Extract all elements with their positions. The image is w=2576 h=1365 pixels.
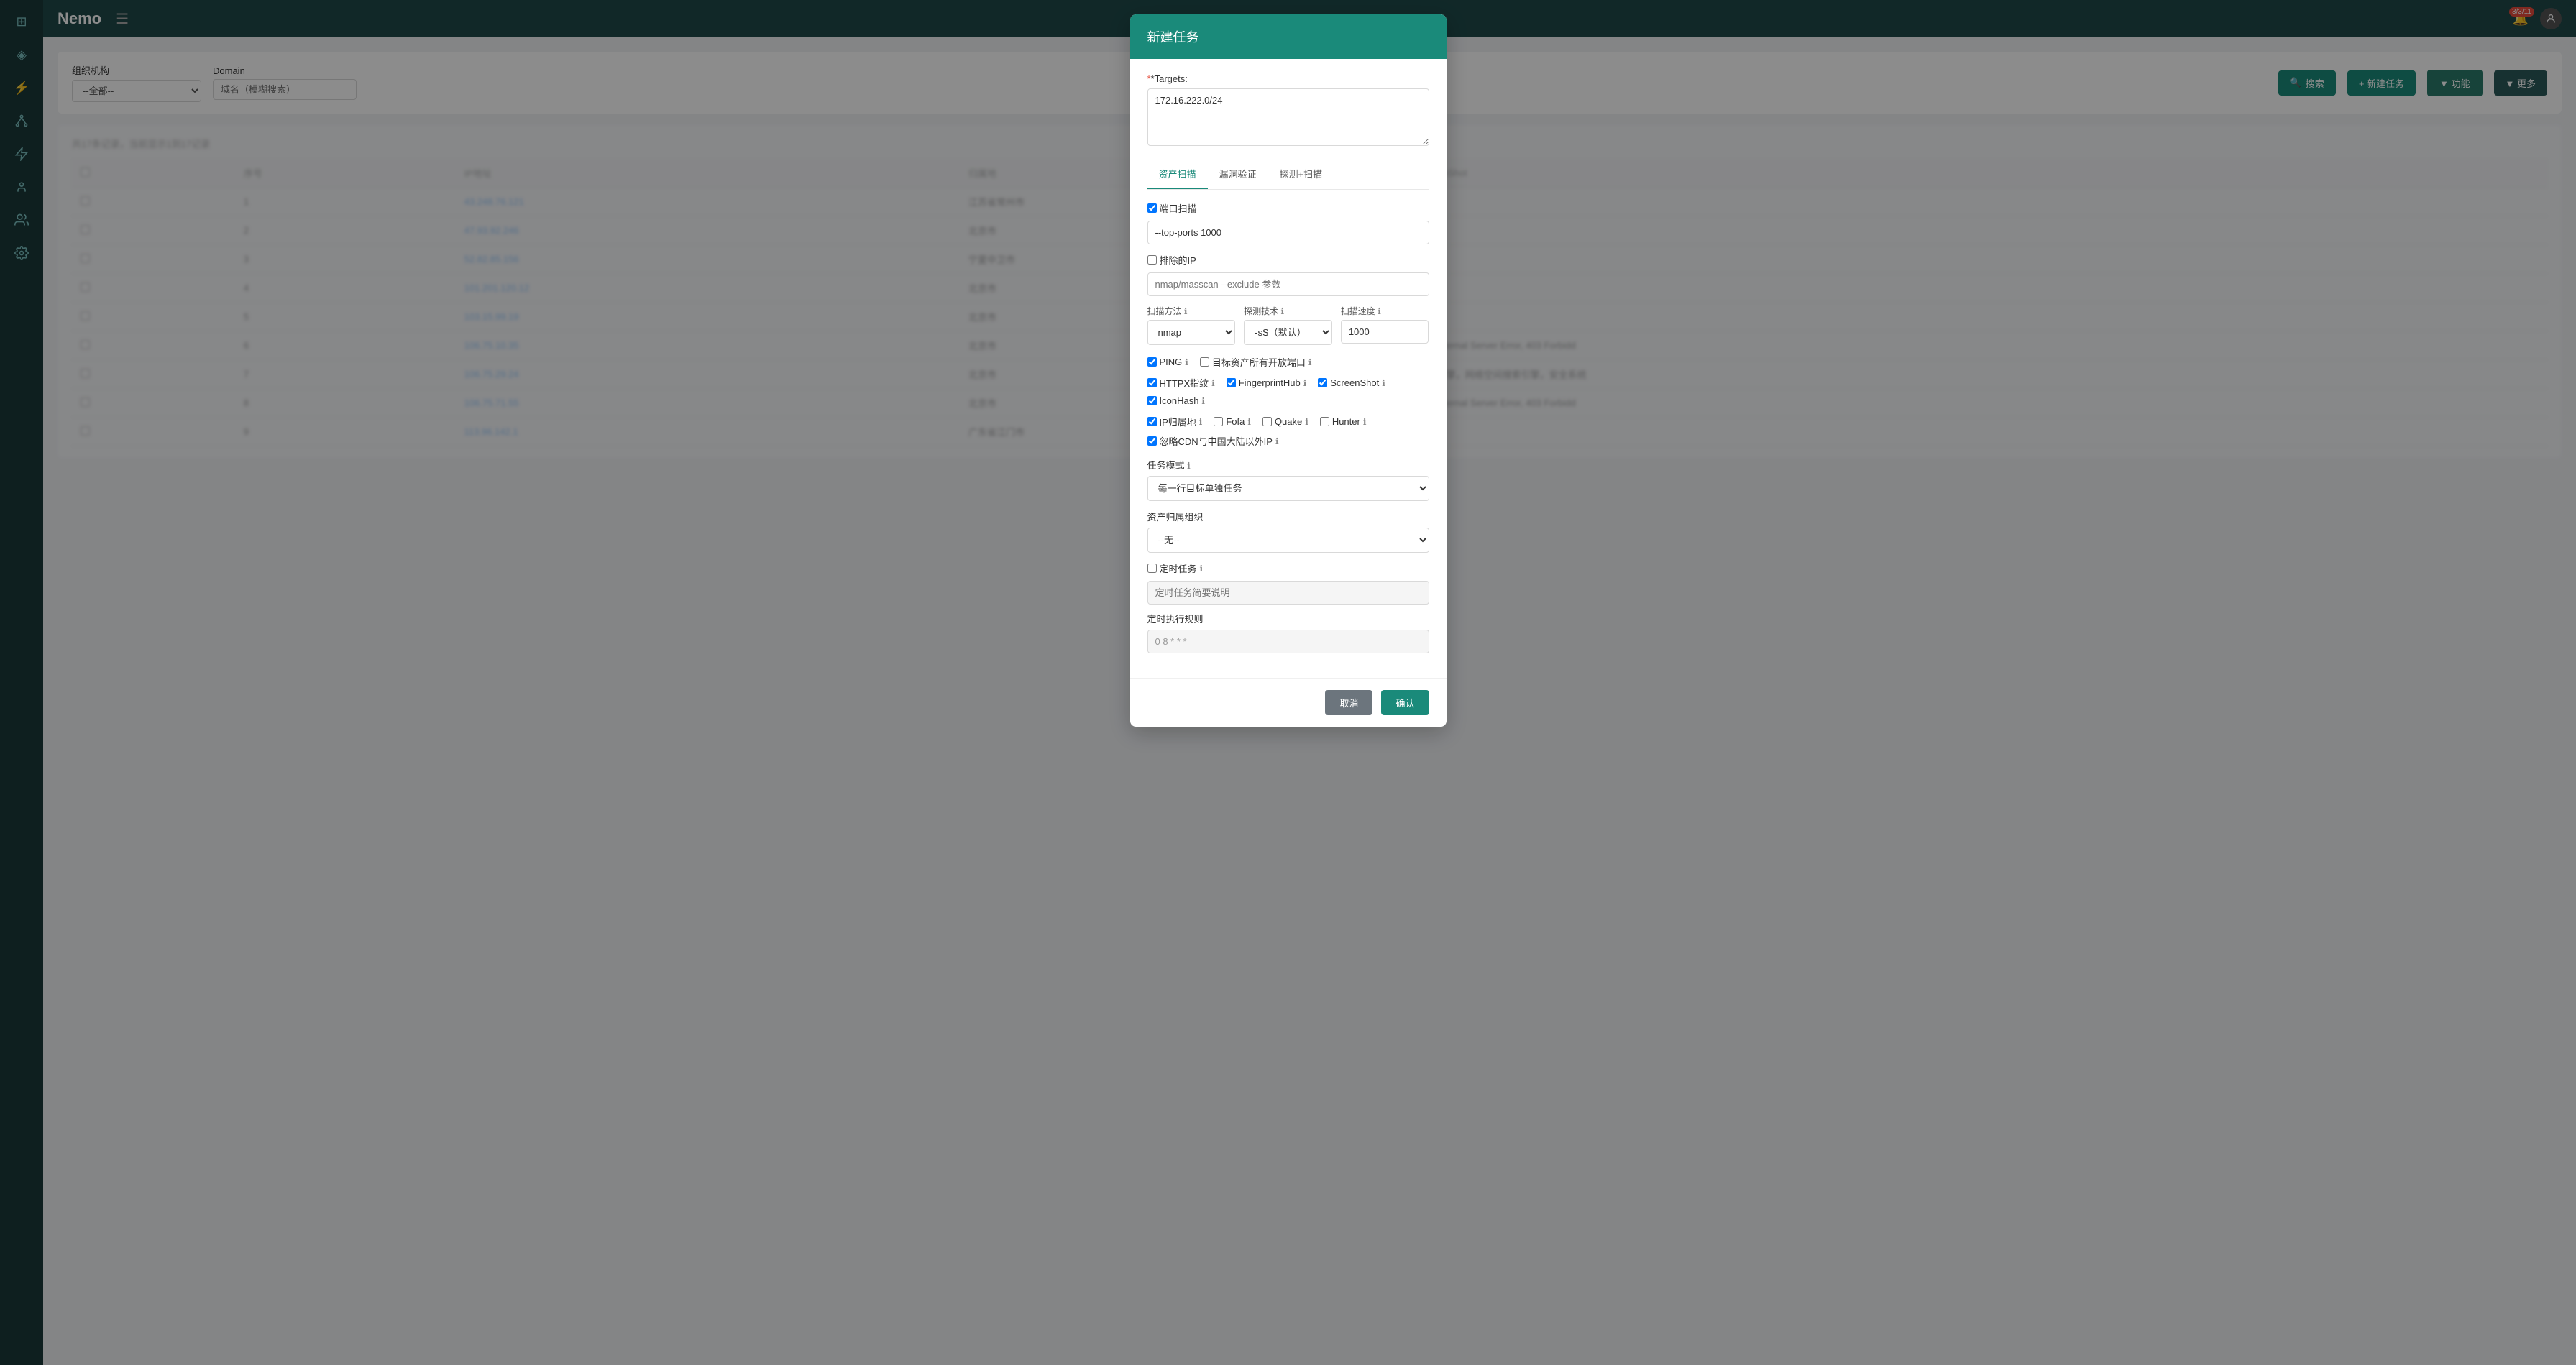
port-scan-checkbox[interactable] [1147,203,1157,213]
open-ports-checkbox-item[interactable]: 目标资产所有开放端口 ℹ [1200,355,1312,369]
ping-info-icon: ℹ [1185,357,1188,367]
asset-org-select[interactable]: --无-- [1147,528,1429,553]
hunter-checkbox-item[interactable]: Hunter ℹ [1320,416,1367,427]
modal-body: **Targets: 172.16.222.0/24 资产扫描 漏洞验证 探测+… [1130,59,1447,678]
scheduled-checkbox[interactable] [1147,564,1157,573]
port-input[interactable]: --top-ports 1000 [1147,221,1429,244]
ping-checkbox-item[interactable]: PING ℹ [1147,357,1188,367]
ignore-cdn-checkbox[interactable] [1147,436,1157,446]
modal-footer: 取消 确认 [1130,678,1447,727]
ignore-cdn-info-icon: ℹ [1275,436,1279,446]
iconhash-info-icon: ℹ [1201,396,1205,406]
fingerprint-checkbox-item[interactable]: FingerprintHub ℹ [1227,377,1307,388]
hunter-info-icon: ℹ [1363,417,1367,427]
asset-org-label: 资产归属组织 [1147,510,1429,523]
task-mode-info-icon: ℹ [1187,461,1191,471]
cron-label: 定时执行规则 [1147,612,1429,625]
httpx-info-icon: ℹ [1211,378,1215,388]
cancel-button[interactable]: 取消 [1325,690,1372,715]
scan-settings-grid: 扫描方法 ℹ nmap masscan 探测技术 ℹ -sS（默认） [1147,305,1429,345]
quake-checkbox-item[interactable]: Quake ℹ [1262,416,1308,427]
httpx-checkbox[interactable] [1147,378,1157,387]
tab-vuln-verify[interactable]: 漏洞验证 [1208,160,1268,189]
scan-method-select[interactable]: nmap masscan [1147,320,1236,345]
fingerprint-info-icon: ℹ [1303,378,1307,388]
task-mode-select[interactable]: 每一行目标单独任务 合并任务 [1147,476,1429,501]
ip-location-checkbox-item[interactable]: IP归属地 ℹ [1147,415,1203,428]
modal-overlay: 新建任务 **Targets: 172.16.222.0/24 资产扫描 漏洞验… [0,0,2576,1365]
exclude-ip-checkbox-item[interactable]: 排除的IP [1147,253,1196,267]
scan-method-info-icon: ℹ [1184,306,1188,316]
scheduled-info-icon: ℹ [1200,564,1204,574]
confirm-button[interactable]: 确认 [1381,690,1429,715]
targets-textarea[interactable]: 172.16.222.0/24 [1147,88,1429,146]
iconhash-checkbox[interactable] [1147,396,1157,405]
screenshot-checkbox[interactable] [1318,378,1327,387]
scheduled-checkbox-item[interactable]: 定时任务 ℹ [1147,561,1204,575]
quake-info-icon: ℹ [1305,417,1308,427]
fofa-checkbox[interactable] [1214,417,1223,426]
fingerprint-checkbox[interactable] [1227,378,1236,387]
scan-speed-input[interactable]: 1000 [1341,320,1429,344]
fofa-checkbox-item[interactable]: Fofa ℹ [1214,416,1251,427]
scan-speed-info-icon: ℹ [1378,306,1381,316]
task-mode-label: 任务模式 ℹ [1147,458,1429,472]
port-scan-checkbox-item[interactable]: 端口扫描 [1147,201,1197,215]
probe-tech-info-icon: ℹ [1281,306,1285,316]
quake-checkbox[interactable] [1262,417,1272,426]
scan-method-label: 扫描方法 ℹ [1147,305,1236,317]
probe-tech-select[interactable]: -sS（默认） -sT -sU [1244,320,1332,345]
open-ports-checkbox[interactable] [1200,357,1209,367]
hunter-checkbox[interactable] [1320,417,1329,426]
screenshot-checkbox-item[interactable]: ScreenShot ℹ [1318,377,1385,388]
tab-probe-scan[interactable]: 探测+扫描 [1268,160,1334,189]
new-task-modal: 新建任务 **Targets: 172.16.222.0/24 资产扫描 漏洞验… [1130,14,1447,727]
ignore-cdn-checkbox-item[interactable]: 忽略CDN与中国大陆以外IP ℹ [1147,434,1279,448]
open-ports-info-icon: ℹ [1308,357,1312,367]
task-tabs: 资产扫描 漏洞验证 探测+扫描 [1147,160,1429,190]
scheduled-desc-input[interactable] [1147,581,1429,605]
targets-label: **Targets: [1147,73,1429,84]
ip-location-checkbox[interactable] [1147,417,1157,426]
modal-header: 新建任务 [1130,14,1447,59]
tab-asset-scan[interactable]: 资产扫描 [1147,160,1208,189]
fofa-info-icon: ℹ [1247,417,1251,427]
exclude-ip-input[interactable] [1147,272,1429,296]
ping-checkbox[interactable] [1147,357,1157,367]
modal-title: 新建任务 [1147,30,1199,45]
ip-location-info-icon: ℹ [1199,417,1203,427]
iconhash-checkbox-item[interactable]: IconHash ℹ [1147,395,1205,406]
exclude-ip-checkbox[interactable] [1147,255,1157,265]
httpx-checkbox-item[interactable]: HTTPX指纹 ℹ [1147,376,1215,390]
scan-speed-label: 扫描速度 ℹ [1341,305,1429,317]
cron-input[interactable]: 0 8 * * * [1147,630,1429,653]
probe-tech-label: 探测技术 ℹ [1244,305,1332,317]
screenshot-info-icon: ℹ [1382,378,1385,388]
